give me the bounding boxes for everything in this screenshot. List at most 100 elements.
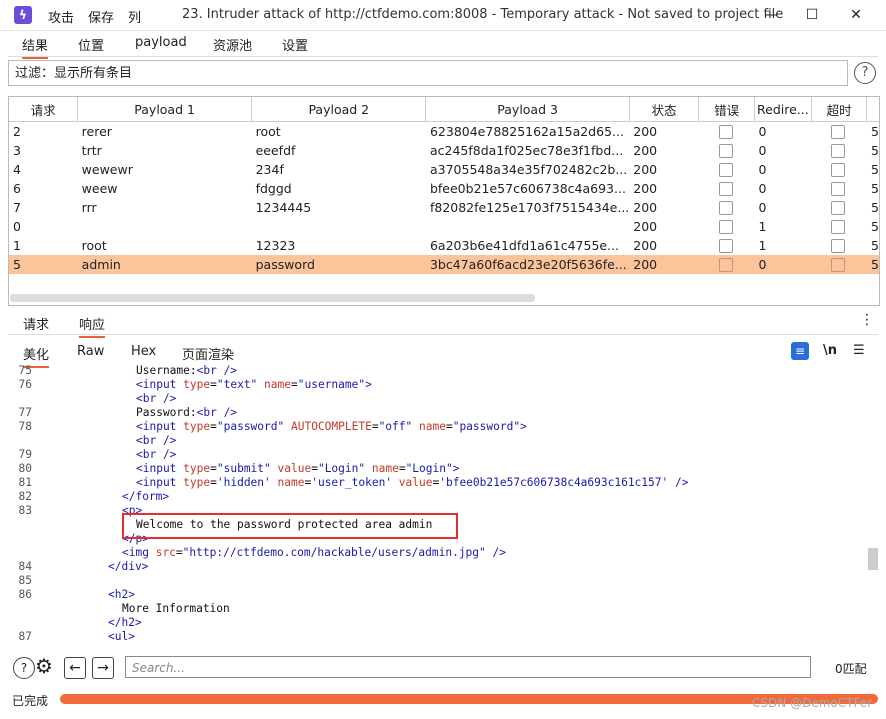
cell-payload2: root	[255, 124, 281, 139]
cell-request: 6	[13, 181, 21, 196]
code-line: </h2>	[108, 616, 142, 629]
help-icon[interactable]: ?	[854, 62, 876, 84]
results-table: 请求 Payload 1 Payload 2 Payload 3 状态 错误 R…	[8, 96, 880, 306]
cell-extra: 5	[870, 181, 879, 196]
tab-response[interactable]: 响应	[79, 314, 106, 338]
help-icon-bottom[interactable]: ?	[13, 657, 35, 679]
error-checkbox	[718, 201, 733, 216]
tab-request[interactable]: 请求	[23, 314, 49, 333]
code-line: More Information	[122, 602, 230, 615]
cell-request: 7	[13, 200, 21, 215]
table-row[interactable]: 1 root 12323 6a203b6e41dfd1a61c4755e... 200 1…	[9, 236, 879, 255]
tab-hex[interactable]: Hex	[131, 344, 156, 359]
forward-arrow-icon[interactable]: →	[92, 657, 114, 679]
col-header-status[interactable]: 状态	[629, 97, 700, 122]
line-number: 86	[18, 588, 32, 601]
cell-request: 5	[9, 255, 78, 274]
code-line: <ul>	[108, 630, 135, 643]
line-number: 77	[18, 406, 32, 419]
line-number: 80	[18, 462, 32, 475]
vertical-scrollbar[interactable]	[868, 548, 878, 570]
tab-results[interactable]: 结果	[22, 35, 49, 59]
minimize-button[interactable]: —	[758, 4, 784, 26]
line-number: 78	[18, 420, 32, 433]
table-header-row: 请求 Payload 1 Payload 2 Payload 3 状态 错误 R…	[9, 97, 879, 122]
timeout-checkbox	[831, 182, 846, 197]
cell-error	[699, 160, 755, 179]
cell-payload3: 6a203b6e41dfd1a61c4755e...	[429, 238, 620, 253]
highlight-box	[122, 513, 458, 539]
cell-redirects: 0	[758, 143, 767, 158]
table-row[interactable]: 4 wewewr 234f a3705548a34e35f702482c2b... 20…	[9, 160, 879, 179]
cell-payload1	[78, 217, 252, 236]
cell-payload1: wewewr	[81, 162, 133, 177]
newline-icon[interactable]: \n	[823, 343, 837, 358]
tab-payloads[interactable]: payload	[135, 35, 187, 50]
cell-timeout	[811, 160, 867, 179]
tab-raw[interactable]: Raw	[77, 344, 104, 359]
cell-timeout	[811, 122, 867, 142]
back-arrow-icon[interactable]: ←	[64, 657, 86, 679]
code-line: Password:<br />	[136, 406, 238, 419]
table-row[interactable]: 5 admin password 3bc47a60f6acd23e20f5636fe.…	[9, 255, 879, 274]
cell-redirects: 0	[754, 255, 812, 274]
col-header-payload1[interactable]: Payload 1	[77, 97, 253, 122]
editor-menu-icon[interactable]: ☰	[853, 343, 865, 358]
table-row[interactable]: 3 trtr eeefdf ac245f8da1f025ec78e3f1fbd... 2…	[9, 141, 879, 160]
cell-status: 200	[633, 124, 658, 139]
error-checkbox	[718, 125, 733, 140]
cell-redirects: 0	[758, 181, 767, 196]
col-header-error[interactable]: 错误	[698, 97, 755, 122]
horizontal-scrollbar[interactable]	[10, 294, 535, 302]
cell-redirects: 0	[758, 162, 767, 177]
close-button[interactable]: ✕	[843, 4, 869, 26]
menu-save[interactable]: 保存	[88, 7, 114, 26]
cell-payload1: rrr	[81, 200, 97, 215]
filter-bar[interactable]: 过滤：显示所有条目	[8, 60, 848, 86]
cell-error	[699, 122, 755, 142]
cell-request: 3	[13, 143, 21, 158]
cell-redirects: 0	[758, 200, 767, 215]
cell-request: 1	[13, 238, 21, 253]
cell-extra: 5	[870, 124, 879, 139]
cell-extra: 5	[866, 255, 879, 274]
line-number: 75	[18, 364, 32, 377]
gear-icon[interactable]: ⚙	[35, 654, 53, 678]
col-header-payload3[interactable]: Payload 3	[425, 97, 630, 122]
maximize-button[interactable]: ☐	[799, 4, 825, 26]
col-header-redirects[interactable]: Redire...	[754, 97, 812, 122]
cell-extra: 5	[870, 162, 879, 177]
col-header-extra	[866, 97, 879, 122]
tab-settings[interactable]: 设置	[282, 35, 308, 54]
table-row[interactable]: 2 rerer root 623804e78825162a15a2d65... 200 0…	[9, 122, 879, 142]
table-row[interactable]: 0 200 1 5	[9, 217, 879, 236]
response-code-view[interactable]: 75 Username:<br /> 76 <input type="text" na…	[8, 364, 868, 648]
cell-status: 200	[629, 255, 699, 274]
menu-attack[interactable]: 攻击	[48, 7, 74, 26]
cell-status: 200	[633, 219, 658, 234]
col-header-timeout[interactable]: 超时	[811, 97, 868, 122]
col-header-request[interactable]: 请求	[9, 97, 79, 122]
status-text: 已完成	[12, 694, 49, 708]
view-tabs: 美化 Raw Hex 页面渲染 ≡ \n ☰	[8, 340, 878, 368]
cell-timeout	[811, 217, 867, 236]
line-number: 81	[18, 476, 32, 489]
code-line: </form>	[122, 490, 170, 503]
col-header-payload2[interactable]: Payload 2	[251, 97, 427, 122]
cell-request: 4	[13, 162, 21, 177]
table-row[interactable]: 7 rrr 1234445 f82082fe125e1703f7515434e... 2…	[9, 198, 879, 217]
search-input[interactable]: Search...	[125, 656, 811, 678]
tab-positions[interactable]: 位置	[78, 35, 104, 54]
cell-error	[698, 255, 755, 274]
menu-columns[interactable]: 列	[128, 7, 141, 26]
cell-status: 200	[633, 143, 658, 158]
more-options-icon[interactable]: ⋮	[860, 312, 874, 328]
cell-extra: 5	[870, 219, 879, 234]
table-row[interactable]: 6 weew fdggd bfee0b21e57c606738c4a693... 200…	[9, 179, 879, 198]
code-line: Username:<br />	[136, 364, 238, 377]
tab-resource-pool[interactable]: 资源池	[213, 35, 252, 54]
cell-timeout	[811, 236, 867, 255]
tab-render[interactable]: 页面渲染	[182, 344, 234, 363]
cell-payload1: admin	[77, 255, 252, 274]
wrap-lines-icon[interactable]: ≡	[791, 342, 809, 360]
